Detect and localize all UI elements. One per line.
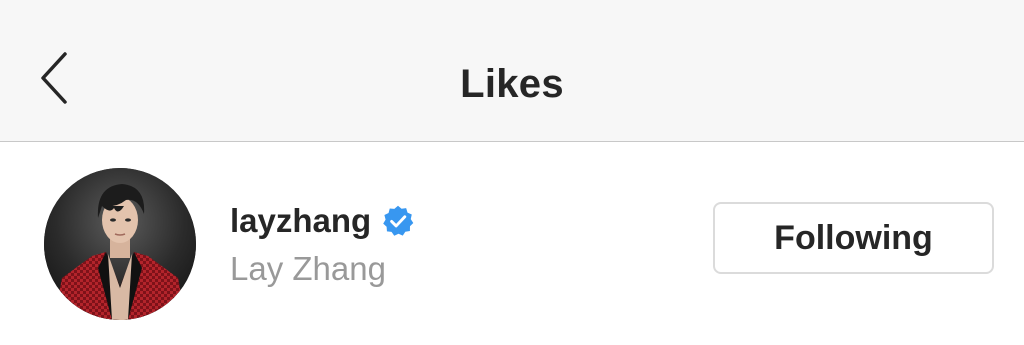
avatar-photo [44, 168, 196, 320]
username-line: layzhang [230, 200, 670, 242]
full-name: Lay Zhang [230, 250, 386, 287]
following-button[interactable]: Following [713, 202, 994, 274]
avatar[interactable] [44, 168, 196, 320]
page-title: Likes [460, 62, 564, 106]
verified-badge-icon [383, 205, 414, 236]
likes-screen: Likes layzhang Lay Zhang Following [0, 0, 1024, 345]
nav-header: Likes [0, 0, 1024, 142]
username[interactable]: layzhang [230, 200, 371, 242]
user-info: layzhang Lay Zhang [230, 200, 670, 290]
list-item[interactable]: layzhang Lay Zhang Following [0, 142, 1024, 345]
